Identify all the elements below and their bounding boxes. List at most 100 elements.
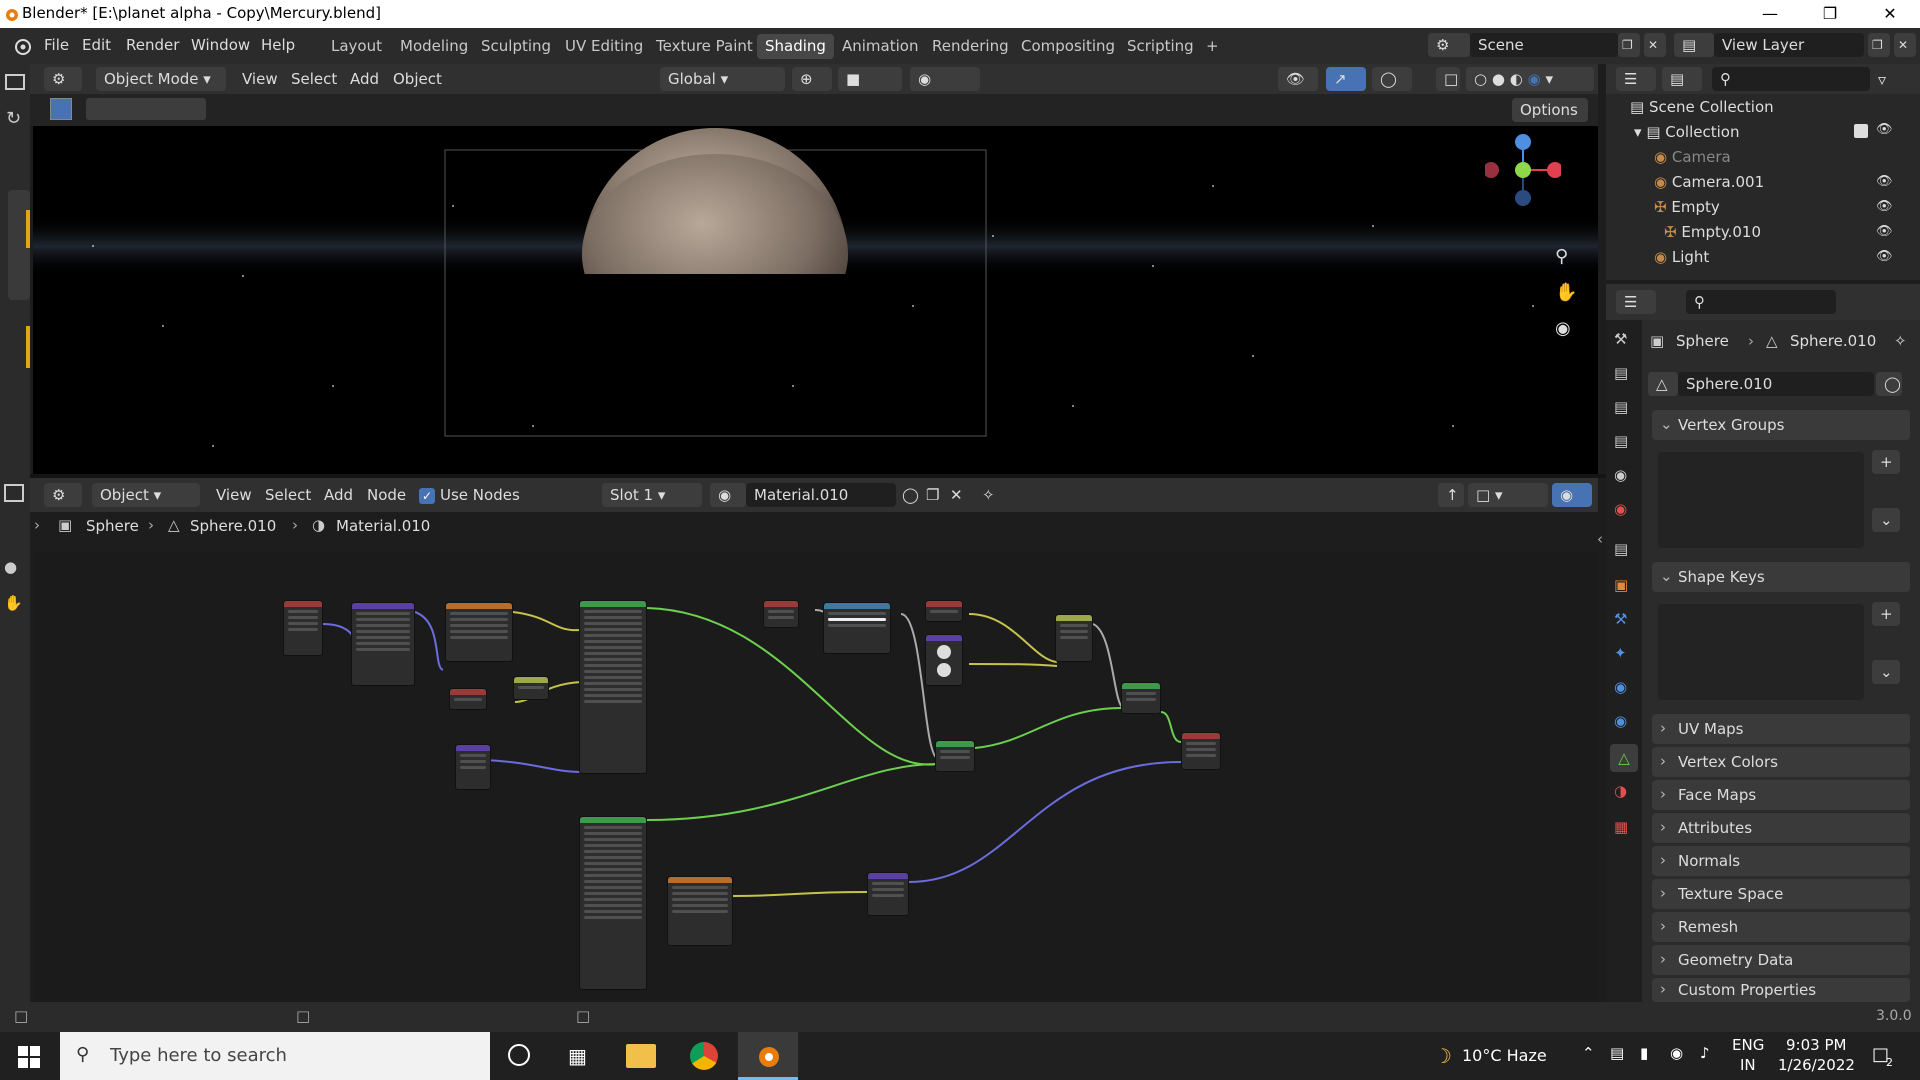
- scene-field[interactable]: Scene: [1470, 33, 1618, 57]
- principled-bsdf-node-1[interactable]: [579, 600, 647, 774]
- menu-edit[interactable]: Edit: [82, 36, 111, 54]
- render-tab-icon[interactable]: ▤: [1614, 364, 1628, 382]
- restore-button[interactable]: ❐: [1800, 0, 1860, 28]
- tab-uv-editing[interactable]: UV Editing: [557, 34, 651, 59]
- displacement-node[interactable]: [867, 872, 909, 916]
- panel-attributes[interactable]: › Attributes: [1652, 813, 1910, 843]
- display-mode-icon[interactable]: ▤: [1662, 67, 1702, 91]
- slot-dropdown[interactable]: Slot 1 ▾: [602, 483, 702, 507]
- panel-vertex-colors[interactable]: › Vertex Colors: [1652, 747, 1910, 777]
- collection-checkbox[interactable]: [1854, 124, 1868, 138]
- node-menu-select[interactable]: Select: [265, 486, 311, 504]
- tab-layout[interactable]: Layout: [323, 34, 390, 59]
- mix-rgb-node[interactable]: [1055, 614, 1093, 662]
- menu-file[interactable]: File: [44, 36, 69, 54]
- collection-tab-icon[interactable]: ▤: [1614, 540, 1628, 558]
- task-view-icon[interactable]: ▦: [568, 1044, 587, 1068]
- close-button[interactable]: ✕: [1860, 0, 1920, 28]
- object-mode-dropdown[interactable]: Object Mode ▾: [96, 67, 226, 91]
- modifier-tab-icon[interactable]: ⚒: [1614, 610, 1627, 628]
- vertex-group-menu-icon[interactable]: ⌄: [1872, 508, 1900, 532]
- pin-icon[interactable]: ✧: [1894, 332, 1907, 350]
- panel-texture-space[interactable]: › Texture Space: [1652, 879, 1910, 909]
- bump-node[interactable]: [455, 744, 491, 790]
- fake-user-icon[interactable]: ◯: [1876, 372, 1902, 396]
- add-shape-key-button[interactable]: +: [1872, 602, 1900, 626]
- battery-icon[interactable]: ▮: [1640, 1044, 1648, 1062]
- weather-label[interactable]: 10°C Haze: [1462, 1046, 1547, 1065]
- shape-key-menu-icon[interactable]: ⌄: [1872, 660, 1900, 684]
- node-overlay-icon[interactable]: ◉: [1552, 483, 1592, 507]
- data-tab-icon[interactable]: △: [1610, 744, 1638, 772]
- panel-face-maps[interactable]: › Face Maps: [1652, 780, 1910, 810]
- vertex-groups-list[interactable]: [1658, 452, 1864, 548]
- image-texture-node[interactable]: [445, 602, 513, 662]
- scene-selector-icon[interactable]: ⚙: [1428, 33, 1470, 57]
- view-layer-icon[interactable]: ▤: [1674, 33, 1714, 57]
- light-path-node[interactable]: [763, 600, 799, 628]
- viewport-menu-add[interactable]: Add: [350, 70, 379, 88]
- panel-custom-properties[interactable]: › Custom Properties: [1652, 978, 1910, 1002]
- navigation-gizmo[interactable]: [1483, 132, 1563, 208]
- outliner-editor-icon[interactable]: ☰: [1616, 67, 1656, 91]
- color-ramp-node[interactable]: [513, 676, 549, 700]
- tab-animation[interactable]: Animation: [834, 34, 926, 59]
- outliner-item[interactable]: ◉ Light: [1654, 248, 1914, 273]
- overlays-icon[interactable]: ◯: [1372, 67, 1412, 91]
- panel-vertex-groups[interactable]: ⌄ Vertex Groups: [1652, 410, 1910, 440]
- outliner-item[interactable]: ◉ Camera: [1654, 148, 1914, 173]
- language-label[interactable]: ENG: [1732, 1036, 1764, 1054]
- parent-node-icon[interactable]: ↑: [1438, 483, 1464, 507]
- sphere-preview-node[interactable]: [925, 634, 963, 686]
- windows-start-icon[interactable]: [18, 1046, 40, 1068]
- constraints-tab-icon[interactable]: ◉: [1614, 712, 1627, 730]
- xray-icon[interactable]: □: [1436, 67, 1460, 91]
- tab-compositing[interactable]: Compositing: [1013, 34, 1123, 59]
- principled-bsdf-node-2[interactable]: [579, 816, 647, 990]
- outliner-collection[interactable]: ▾ ▤ Collection: [1634, 123, 1914, 148]
- object-tab-icon[interactable]: ▣: [1614, 576, 1628, 594]
- duplicate-material-icon[interactable]: ❐: [926, 486, 939, 504]
- viewport-menu-object[interactable]: Object: [393, 70, 442, 88]
- outliner-scene-collection[interactable]: ▤ Scene Collection: [1630, 98, 1774, 123]
- tab-sculpting[interactable]: Sculpting: [473, 34, 559, 59]
- snap-node-icon[interactable]: □ ▾: [1468, 483, 1548, 507]
- outliner-item[interactable]: ✠ Empty: [1654, 198, 1914, 223]
- chrome-icon[interactable]: [690, 1042, 718, 1070]
- options-dropdown[interactable]: Options ▾: [1512, 98, 1588, 143]
- add-workspace-button[interactable]: +: [1198, 34, 1227, 59]
- visibility-eye-icon[interactable]: 👁: [1876, 224, 1893, 239]
- tool-shelf[interactable]: [8, 190, 30, 300]
- visibility-eye-icon[interactable]: 👁: [1876, 249, 1893, 264]
- zoom-icon[interactable]: ⚲: [1555, 246, 1568, 267]
- viewport-editor-type-icon[interactable]: ⚙: [44, 67, 82, 91]
- tab-rendering[interactable]: Rendering: [924, 34, 1017, 59]
- taskbar-search-input[interactable]: ⚲ Type here to search: [60, 1032, 490, 1080]
- clock-time[interactable]: 9:03 PM: [1786, 1036, 1846, 1054]
- mapping-node[interactable]: [351, 602, 415, 686]
- outliner-search-input[interactable]: ⚲: [1712, 67, 1870, 91]
- node-menu-node[interactable]: Node: [367, 486, 406, 504]
- material-name-field[interactable]: Material.010: [746, 483, 896, 507]
- value-node[interactable]: [449, 688, 487, 710]
- visibility-eye-icon[interactable]: 👁: [1876, 122, 1893, 137]
- 3d-viewport[interactable]: ⚲ ✋ ◉: [33, 126, 1598, 474]
- tray-app-icon[interactable]: ▤: [1610, 1044, 1624, 1062]
- node-editor-type-icon[interactable]: ⚙: [44, 483, 82, 507]
- visibility-icon[interactable]: 👁: [1278, 67, 1318, 91]
- tab-shading[interactable]: Shading: [757, 34, 834, 59]
- fresnel-node[interactable]: [925, 600, 963, 622]
- mesh-browse-icon[interactable]: △: [1648, 372, 1678, 396]
- panel-uv-maps[interactable]: › UV Maps: [1652, 714, 1910, 744]
- filter-icon[interactable]: ▿: [1878, 70, 1886, 89]
- new-scene-icon[interactable]: ❐: [1618, 33, 1640, 57]
- panel-normals[interactable]: › Normals: [1652, 846, 1910, 876]
- world-tab-icon[interactable]: ◉: [1614, 500, 1627, 518]
- texture-tab-icon[interactable]: ▦: [1614, 818, 1628, 836]
- visibility-eye-icon[interactable]: 👁: [1876, 174, 1893, 189]
- editor-type-icon[interactable]: [5, 74, 25, 90]
- pin-icon[interactable]: ✧: [982, 486, 995, 504]
- scene-tab-icon[interactable]: ◉: [1614, 466, 1627, 484]
- region-label[interactable]: IN: [1740, 1056, 1756, 1074]
- new-view-layer-icon[interactable]: ❐: [1868, 33, 1890, 57]
